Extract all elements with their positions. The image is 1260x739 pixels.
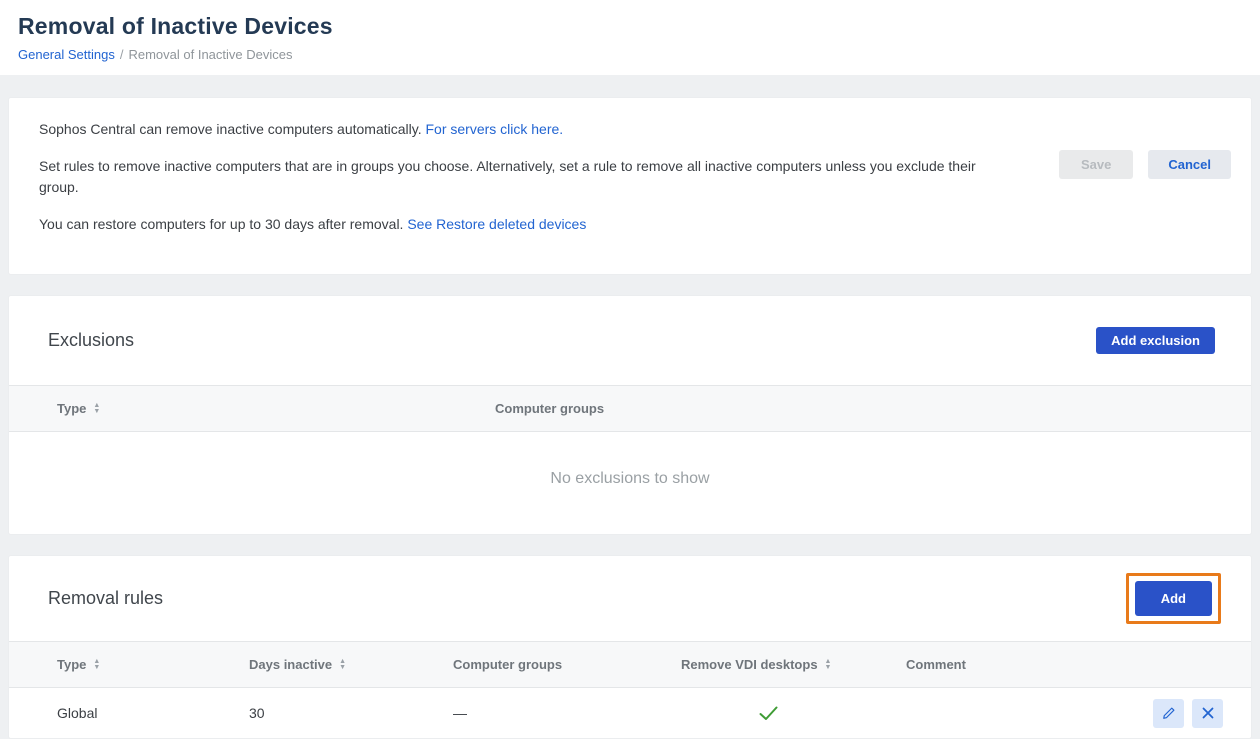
- removal-rules-table-header: Type ▲▼ Days inactive ▲▼ Computer groups…: [9, 641, 1251, 688]
- column-label: Comment: [906, 657, 966, 672]
- column-label: Remove VDI desktops: [681, 657, 818, 672]
- exclusions-table-header: Type ▲▼ Computer groups: [9, 385, 1251, 432]
- annotation-highlight: Add: [1126, 573, 1221, 624]
- rules-column-remove-vdi[interactable]: Remove VDI desktops ▲▼: [681, 642, 906, 687]
- exclusions-card: Exclusions Add exclusion Type ▲▼ Compute…: [8, 295, 1252, 535]
- rule-actions: [1153, 699, 1251, 728]
- cancel-button[interactable]: Cancel: [1148, 150, 1231, 179]
- edit-button[interactable]: [1153, 699, 1184, 728]
- save-button[interactable]: Save: [1059, 150, 1133, 179]
- page-header: Removal of Inactive Devices General Sett…: [0, 0, 1260, 75]
- exclusions-title: Exclusions: [48, 330, 134, 351]
- delete-button[interactable]: [1192, 699, 1223, 728]
- breadcrumb-link-general-settings[interactable]: General Settings: [18, 47, 115, 62]
- exclusions-header: Exclusions Add exclusion: [9, 296, 1251, 385]
- rule-cell-days-inactive: 30: [249, 690, 453, 736]
- intro-actions: Save Cancel: [1059, 150, 1231, 179]
- intro-line-1: Sophos Central can remove inactive compu…: [39, 119, 991, 139]
- intro-line-2: Set rules to remove inactive computers t…: [39, 156, 991, 197]
- column-label: Days inactive: [249, 657, 332, 672]
- exclusions-column-type[interactable]: Type ▲▼: [9, 386, 495, 431]
- exclusions-empty-state: No exclusions to show: [9, 432, 1251, 534]
- breadcrumb-current: Removal of Inactive Devices: [128, 47, 292, 62]
- column-label: Type: [57, 657, 86, 672]
- page-content: Sophos Central can remove inactive compu…: [0, 75, 1260, 739]
- servers-link[interactable]: For servers click here.: [425, 121, 563, 137]
- intro-line-3-text: You can restore computers for up to 30 d…: [39, 216, 403, 232]
- table-row: Global 30 —: [9, 688, 1251, 738]
- restore-deleted-devices-link[interactable]: See Restore deleted devices: [407, 216, 586, 232]
- column-label: Type: [57, 401, 86, 416]
- rules-column-computer-groups: Computer groups: [453, 642, 681, 687]
- rules-column-actions: [1131, 650, 1251, 680]
- rule-cell-comment: [906, 698, 1131, 728]
- add-rule-button[interactable]: Add: [1135, 581, 1212, 616]
- page-title: Removal of Inactive Devices: [18, 13, 1242, 40]
- sort-icon[interactable]: ▲▼: [93, 659, 100, 671]
- rule-cell-computer-groups: —: [453, 690, 681, 736]
- pencil-icon: [1162, 706, 1176, 720]
- exclusions-column-computer-groups: Computer groups: [495, 386, 1251, 431]
- rules-column-days-inactive[interactable]: Days inactive ▲▼: [249, 642, 453, 687]
- check-icon: [759, 706, 778, 721]
- breadcrumb: General Settings / Removal of Inactive Dev…: [18, 47, 1242, 62]
- intro-line-1-text: Sophos Central can remove inactive compu…: [39, 121, 422, 137]
- sort-icon[interactable]: ▲▼: [93, 403, 100, 415]
- sort-icon[interactable]: ▲▼: [339, 659, 346, 671]
- rules-column-comment: Comment: [906, 642, 1131, 687]
- rules-column-type[interactable]: Type ▲▼: [9, 642, 249, 687]
- intro-line-3: You can restore computers for up to 30 d…: [39, 214, 991, 234]
- column-label: Computer groups: [453, 657, 562, 672]
- rule-cell-remove-vdi: [681, 691, 906, 736]
- sort-icon[interactable]: ▲▼: [825, 659, 832, 671]
- close-icon: [1202, 707, 1214, 719]
- breadcrumb-separator: /: [120, 47, 124, 62]
- removal-rules-card: Removal rules Add Type ▲▼ Days inactive …: [8, 555, 1252, 739]
- add-exclusion-button[interactable]: Add exclusion: [1096, 327, 1215, 354]
- intro-card: Sophos Central can remove inactive compu…: [8, 97, 1252, 275]
- removal-rules-header: Removal rules Add: [9, 556, 1251, 641]
- column-label: Computer groups: [495, 401, 604, 416]
- removal-rules-title: Removal rules: [48, 588, 163, 609]
- rule-cell-type: Global: [9, 690, 249, 736]
